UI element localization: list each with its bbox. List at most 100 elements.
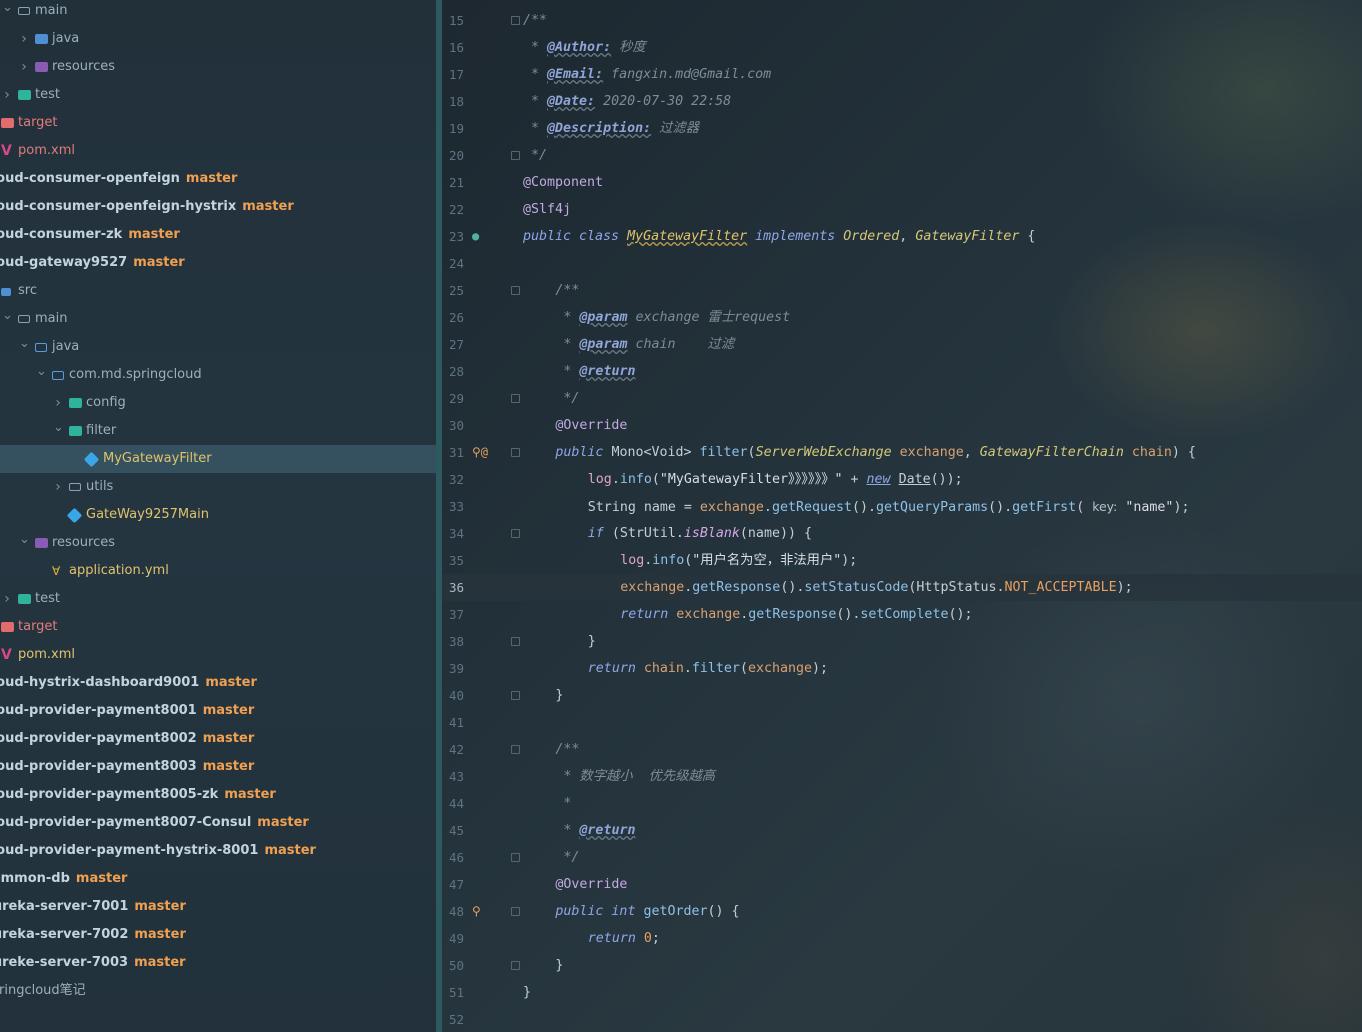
tree-row[interactable]: Vpom.xml bbox=[0, 137, 436, 165]
line-number[interactable]: 18 bbox=[442, 88, 464, 115]
chevron-right-icon[interactable]: › bbox=[2, 81, 12, 109]
line-number[interactable]: 50 bbox=[442, 952, 464, 979]
line-number[interactable]: 52 bbox=[442, 1006, 464, 1032]
line-number[interactable]: 16 bbox=[442, 34, 464, 61]
line-number[interactable]: 47 bbox=[442, 871, 464, 898]
line-number[interactable]: 40 bbox=[442, 682, 464, 709]
code-text[interactable]: */ bbox=[523, 142, 547, 169]
fold-toggle-icon[interactable] bbox=[511, 286, 520, 295]
tree-module-row[interactable]: eureka-server-7002 master bbox=[0, 921, 436, 949]
tree-module-row[interactable]: cloud-provider-payment8002 master bbox=[0, 725, 436, 753]
tree-module-row[interactable]: cloud-consumer-zk master bbox=[0, 221, 436, 249]
code-line[interactable]: 49 return 0; bbox=[442, 925, 1362, 952]
tree-row[interactable]: ∀ application.yml bbox=[0, 557, 436, 585]
line-number[interactable]: 27 bbox=[442, 331, 464, 358]
chevron-right-icon[interactable]: › bbox=[53, 473, 63, 501]
code-text[interactable]: * @Date: 2020-07-30 22:58 bbox=[523, 88, 731, 115]
tree-module-row[interactable]: common-db master bbox=[0, 865, 436, 893]
code-text[interactable]: exchange.getResponse().setStatusCode(Htt… bbox=[620, 574, 1132, 601]
chevron-down-icon[interactable]: ⌄ bbox=[19, 333, 30, 355]
chevron-right-icon[interactable]: › bbox=[2, 585, 12, 613]
tree-row[interactable]: › java bbox=[0, 25, 436, 53]
code-text[interactable]: @Component bbox=[523, 169, 603, 196]
code-text[interactable]: public class MyGatewayFilter implements … bbox=[523, 223, 1035, 250]
code-text[interactable]: /** bbox=[523, 7, 547, 34]
tree-row[interactable]: ⌄ main bbox=[0, 305, 436, 333]
chevron-down-icon[interactable]: ⌄ bbox=[2, 305, 13, 327]
code-text[interactable]: * @Description: 过滤器 bbox=[523, 115, 699, 142]
tree-row[interactable]: › config bbox=[0, 389, 436, 417]
override-gutter-icon[interactable]: ⚲ bbox=[472, 898, 502, 925]
line-number[interactable]: 22 bbox=[442, 196, 464, 223]
tree-row[interactable]: MyGatewayFilter bbox=[0, 445, 436, 473]
tree-row[interactable]: ⌄ filter bbox=[0, 417, 436, 445]
code-text[interactable]: return chain.filter(exchange); bbox=[588, 655, 828, 682]
code-text[interactable]: return exchange.getResponse().setComplet… bbox=[620, 601, 972, 628]
chevron-right-icon[interactable]: › bbox=[53, 389, 63, 417]
code-line[interactable]: 39 return chain.filter(exchange); bbox=[442, 655, 1362, 682]
code-text[interactable]: */ bbox=[555, 844, 579, 871]
code-text[interactable]: * @return bbox=[555, 358, 635, 385]
code-line[interactable]: 20 */ bbox=[442, 142, 1362, 169]
code-line[interactable]: 28 * @return bbox=[442, 358, 1362, 385]
tree-row[interactable]: target bbox=[0, 613, 436, 641]
chevron-right-icon[interactable]: › bbox=[19, 25, 29, 53]
spring-bean-gutter-icon[interactable]: ● bbox=[472, 223, 502, 250]
fold-toggle-icon[interactable] bbox=[511, 529, 520, 538]
tree-row[interactable]: src bbox=[0, 277, 436, 305]
code-line[interactable]: 17 * @Email: fangxin.md@Gmail.com bbox=[442, 61, 1362, 88]
line-number[interactable]: 33 bbox=[442, 493, 464, 520]
code-line[interactable]: 16 * @Author: 秒度 bbox=[442, 34, 1362, 61]
line-number[interactable]: 44 bbox=[442, 790, 464, 817]
line-number[interactable]: 21 bbox=[442, 169, 464, 196]
code-text[interactable]: /** bbox=[555, 736, 579, 763]
tree-row[interactable]: › utils bbox=[0, 473, 436, 501]
chevron-down-icon[interactable]: ⌄ bbox=[2, 0, 13, 19]
line-number[interactable]: 29 bbox=[442, 385, 464, 412]
tree-module-row[interactable]: cloud-provider-payment8003 master bbox=[0, 753, 436, 781]
line-number[interactable]: 43 bbox=[442, 763, 464, 790]
code-text[interactable]: log.info("MyGatewayFilter》》》》》》" + new D… bbox=[588, 466, 963, 493]
fold-toggle-icon[interactable] bbox=[511, 853, 520, 862]
code-line[interactable]: 41 bbox=[442, 709, 1362, 736]
code-text[interactable]: * @Email: fangxin.md@Gmail.com bbox=[523, 61, 771, 88]
code-text[interactable]: */ bbox=[555, 385, 579, 412]
fold-toggle-icon[interactable] bbox=[511, 151, 520, 160]
code-text[interactable]: * @Author: 秒度 bbox=[523, 34, 646, 61]
chevron-down-icon[interactable]: ⌄ bbox=[19, 529, 30, 551]
code-line[interactable]: 15 /** bbox=[442, 7, 1362, 34]
code-line[interactable]: 21 @Component bbox=[442, 169, 1362, 196]
code-text[interactable]: return 0; bbox=[588, 925, 660, 952]
line-number[interactable]: 34 bbox=[442, 520, 464, 547]
code-text[interactable]: * 数字越小 优先级越高 bbox=[555, 763, 715, 790]
fold-toggle-icon[interactable] bbox=[511, 961, 520, 970]
code-line[interactable]: 51} bbox=[442, 979, 1362, 1006]
code-line[interactable]: 23 ● public class MyGatewayFilter implemen… bbox=[442, 223, 1362, 250]
code-text[interactable]: * bbox=[555, 790, 571, 817]
code-line[interactable]: 18 * @Date: 2020-07-30 22:58 bbox=[442, 88, 1362, 115]
code-line[interactable]: 26 * @param exchange 雷士request bbox=[442, 304, 1362, 331]
tree-row[interactable]: › test bbox=[0, 81, 436, 109]
line-number[interactable]: 20 bbox=[442, 142, 464, 169]
tree-module-row[interactable]: cloud-gateway9527 master bbox=[0, 249, 436, 277]
override-implement-gutter-icon[interactable]: ⚲@ bbox=[472, 439, 502, 466]
line-number[interactable]: 41 bbox=[442, 709, 464, 736]
code-line[interactable]: 37 return exchange.getResponse().setCompl… bbox=[442, 601, 1362, 628]
tree-module-row[interactable]: cloud-provider-payment8005-zk master bbox=[0, 781, 436, 809]
code-line[interactable]: 31 ⚲@ public Mono<Void> filter(ServerWebEx… bbox=[442, 439, 1362, 466]
line-number[interactable]: 30 bbox=[442, 412, 464, 439]
code-editor[interactable]: 15/** 16 * @Author: 秒度 17 * @Email: fangxi… bbox=[442, 0, 1362, 1032]
code-line[interactable]: 46 */ bbox=[442, 844, 1362, 871]
line-number[interactable]: 36 bbox=[442, 574, 464, 601]
code-text[interactable]: public Mono<Void> filter(ServerWebExchan… bbox=[555, 439, 1196, 466]
chevron-right-icon[interactable]: › bbox=[19, 53, 29, 81]
line-number[interactable]: 48 bbox=[442, 898, 464, 925]
tree-row[interactable]: target bbox=[0, 109, 436, 137]
code-line[interactable]: 33 String name = exchange.getRequest().ge… bbox=[442, 493, 1362, 520]
tree-row[interactable]: ⌄ main bbox=[0, 0, 436, 25]
line-number[interactable]: 24 bbox=[442, 250, 464, 277]
line-number[interactable]: 15 bbox=[442, 7, 464, 34]
line-number[interactable]: 17 bbox=[442, 61, 464, 88]
line-number[interactable]: 51 bbox=[442, 979, 464, 1006]
tree-module-row[interactable]: cloud-consumer-openfeign-hystrix master bbox=[0, 193, 436, 221]
